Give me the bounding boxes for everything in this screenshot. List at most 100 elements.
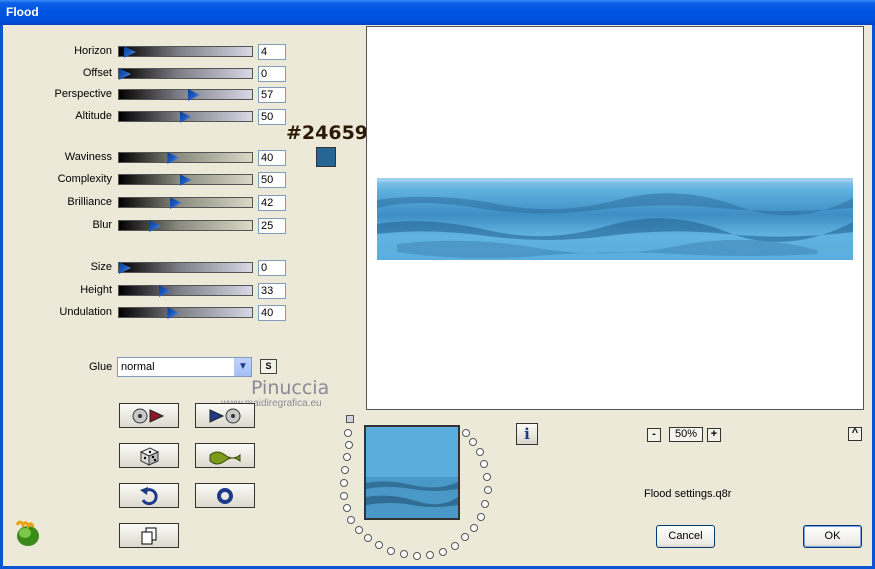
slider-track[interactable]	[118, 46, 253, 58]
apply-button[interactable]	[195, 403, 255, 428]
glue-select-value: normal	[121, 361, 155, 373]
slider-thumb[interactable]	[123, 46, 136, 58]
pages-icon	[141, 527, 157, 544]
slider-track[interactable]	[118, 111, 253, 123]
slider-value-input[interactable]: 42	[258, 195, 286, 211]
slider-track[interactable]	[118, 197, 253, 209]
ring-dot[interactable]	[462, 429, 470, 437]
ring-dot[interactable]	[476, 448, 484, 456]
ring-dot[interactable]	[426, 551, 434, 559]
slider-label: Undulation	[59, 306, 112, 318]
slider-track[interactable]	[118, 220, 253, 232]
circle-button[interactable]	[195, 483, 255, 508]
slider-row-horizon: Horizon 4	[0, 44, 300, 60]
slider-thumb[interactable]	[167, 152, 180, 164]
slider-value-input[interactable]: 4	[258, 44, 286, 60]
slider-thumb[interactable]	[149, 220, 162, 232]
slider-thumb[interactable]	[179, 174, 192, 186]
slider-track[interactable]	[118, 89, 253, 101]
slider-value-input[interactable]: 50	[258, 172, 286, 188]
slider-row-waviness: Waviness 40	[0, 150, 300, 166]
ring-dot[interactable]	[364, 534, 372, 542]
ring-dot[interactable]	[345, 441, 353, 449]
ring-dot[interactable]	[481, 500, 489, 508]
ring-dot[interactable]	[400, 550, 408, 558]
ring-dot[interactable]	[340, 479, 348, 487]
slider-track[interactable]	[118, 262, 253, 274]
slider-track[interactable]	[118, 174, 253, 186]
slider-thumb[interactable]	[119, 68, 131, 80]
zoom-in-button[interactable]: +	[707, 428, 721, 442]
dice-icon	[139, 446, 160, 466]
small-square-marker[interactable]	[346, 415, 354, 423]
ring-dot[interactable]	[469, 438, 477, 446]
slider-thumb[interactable]	[169, 197, 182, 209]
slider-track[interactable]	[118, 285, 253, 297]
slider-value-input[interactable]: 33	[258, 283, 286, 299]
slider-thumb[interactable]	[119, 262, 131, 274]
ring-dot[interactable]	[344, 429, 352, 437]
slider-value-input[interactable]: 0	[258, 66, 286, 82]
ring-dot[interactable]	[439, 548, 447, 556]
undo-button[interactable]	[119, 483, 179, 508]
ring-dot[interactable]	[343, 504, 351, 512]
ring-dot[interactable]	[461, 533, 469, 541]
glue-select[interactable]: normal ▼	[117, 357, 252, 377]
slider-value-input[interactable]: 40	[258, 305, 286, 321]
slider-track[interactable]	[118, 307, 253, 319]
ring-dot[interactable]	[340, 492, 348, 500]
slider-label: Height	[80, 284, 112, 296]
slider-label: Brilliance	[67, 196, 112, 208]
ring-dot[interactable]	[375, 541, 383, 549]
ok-button[interactable]: OK	[803, 525, 862, 548]
undo-icon	[140, 486, 158, 505]
slider-thumb[interactable]	[179, 111, 192, 123]
cancel-button[interactable]: Cancel	[656, 525, 715, 548]
preview-canvas[interactable]	[366, 26, 864, 410]
slider-track[interactable]	[118, 68, 253, 80]
slider-row-height: Height 33	[0, 283, 300, 299]
reset-button[interactable]	[119, 403, 179, 428]
slider-value-input[interactable]: 50	[258, 109, 286, 125]
play-disc-icon	[209, 408, 241, 423]
wave-button[interactable]	[195, 443, 255, 468]
glue-s-button[interactable]: S	[260, 359, 277, 374]
slider-value-input[interactable]: 25	[258, 218, 286, 234]
zoom-level: 50%	[669, 427, 703, 442]
color-swatch[interactable]	[316, 147, 336, 167]
ring-dot[interactable]	[451, 542, 459, 550]
slider-track[interactable]	[118, 152, 253, 164]
ring-dot[interactable]	[355, 526, 363, 534]
info-button[interactable]: i	[516, 423, 538, 445]
ring-dot[interactable]	[413, 552, 421, 560]
zoom-out-button[interactable]: -	[647, 428, 661, 442]
ring-dot[interactable]	[341, 466, 349, 474]
ring-dot[interactable]	[343, 453, 351, 461]
ring-dot[interactable]	[470, 524, 478, 532]
slider-thumb[interactable]	[187, 89, 200, 101]
disc-play-icon	[132, 408, 165, 423]
navigator-thumbnail[interactable]	[364, 425, 460, 520]
slider-row-perspective: Perspective 57	[0, 87, 300, 103]
slider-label: Blur	[92, 219, 112, 231]
ring-dot[interactable]	[477, 513, 485, 521]
chevron-up-button[interactable]: ^	[848, 427, 862, 441]
glue-label: Glue	[89, 361, 113, 373]
random-button[interactable]	[119, 443, 179, 468]
ring-dot[interactable]	[483, 473, 491, 481]
copy-button[interactable]	[119, 523, 179, 548]
ring-dot[interactable]	[347, 516, 355, 524]
slider-value-input[interactable]: 40	[258, 150, 286, 166]
water-ripple-graphic	[377, 178, 853, 259]
slider-thumb[interactable]	[167, 307, 180, 319]
slider-thumb[interactable]	[158, 285, 171, 297]
ring-dot[interactable]	[480, 460, 488, 468]
ring-dot[interactable]	[387, 547, 395, 555]
slider-label: Complexity	[57, 173, 112, 185]
slider-value-input[interactable]: 57	[258, 87, 286, 103]
slider-row-altitude: Altitude 50	[0, 109, 300, 125]
chevron-down-icon[interactable]: ▼	[234, 358, 251, 376]
slider-value-input[interactable]: 0	[258, 260, 286, 276]
slider-row-size: Size 0	[0, 260, 300, 276]
ring-dot[interactable]	[484, 486, 492, 494]
